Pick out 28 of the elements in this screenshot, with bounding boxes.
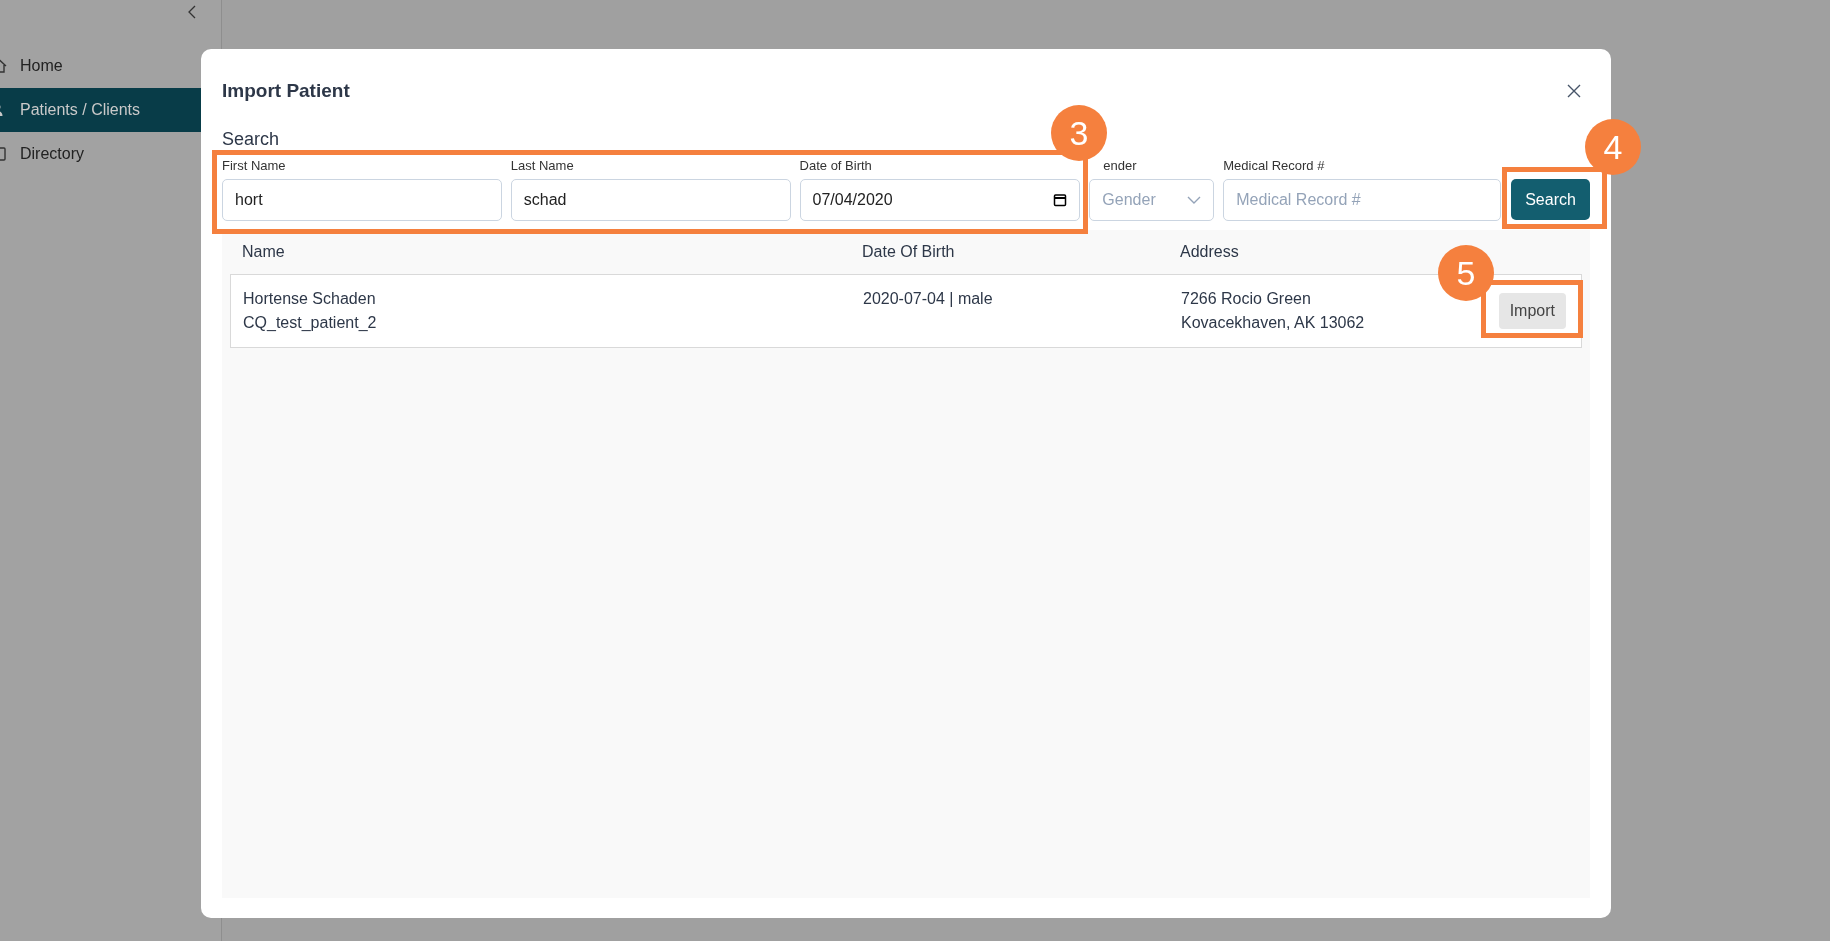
patient-name: Hortense Schaden	[243, 289, 377, 309]
column-header: Date Of Birth	[862, 243, 955, 260]
field-label: First Name	[222, 157, 286, 175]
address-line: Kovacekhaven, AK 13062	[1181, 313, 1366, 333]
chevron-icon	[1187, 196, 1202, 204]
sidebar-item[interactable]: Home	[0, 44, 221, 88]
birth-date-gender: 2020-07-04 | male	[863, 290, 993, 307]
close-icon[interactable]	[1566, 83, 1582, 99]
field-label: Medical Record #	[1223, 157, 1325, 175]
field-label: Last Name	[510, 157, 574, 175]
import-button[interactable]: Import	[1498, 293, 1566, 329]
sidebar-item[interactable]: Directory	[0, 132, 221, 176]
search-button[interactable]: Search	[1511, 179, 1590, 220]
column-header: Name	[242, 243, 285, 260]
section-heading: Search	[222, 129, 280, 149]
step-badge: 4	[1585, 119, 1641, 175]
dialog-title: Import Patient	[222, 78, 350, 103]
input-field[interactable]: schad	[510, 179, 791, 221]
address-line: 7266 Rocio Green	[1181, 289, 1312, 309]
field-label: Date of Birth	[799, 157, 872, 175]
input-field[interactable]: hort	[222, 179, 502, 221]
calendar-icon[interactable]	[1053, 193, 1068, 207]
column-header: Address	[1180, 243, 1239, 260]
step-badge: 3	[1051, 105, 1107, 161]
input-field[interactable]: Medical Record #	[1223, 179, 1502, 221]
patient-id: CQ_test_patient_2	[243, 313, 378, 333]
date-field[interactable]: 07/04/2020	[799, 179, 1081, 221]
collapse-icon[interactable]	[187, 4, 197, 20]
